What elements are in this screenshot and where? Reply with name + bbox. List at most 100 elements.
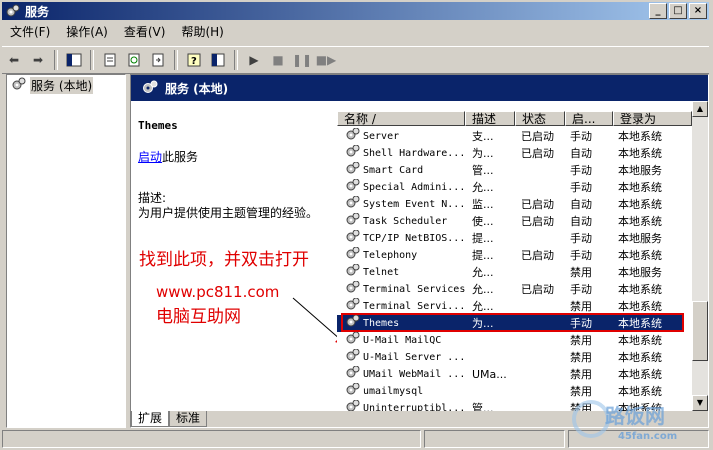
- vertical-scrollbar[interactable]: ▲ ▼: [692, 101, 708, 411]
- column-logon-as[interactable]: 登录为: [613, 111, 692, 126]
- help-icon[interactable]: ?: [184, 50, 204, 70]
- service-startup-type: 禁用: [570, 334, 592, 347]
- service-status: [515, 179, 565, 196]
- service-name-cell: Shell Hardware...: [337, 145, 465, 162]
- table-row[interactable]: TCP/IP NetBIOS... 提... 手动 本地服务: [337, 230, 682, 247]
- table-row[interactable]: Server 支... 已启动 手动 本地系统: [337, 128, 682, 145]
- service-description: [465, 383, 515, 400]
- tab-extended[interactable]: 扩展: [131, 411, 170, 427]
- tree-item-services-local[interactable]: 服务 (本地): [11, 77, 94, 94]
- restart-service-icon[interactable]: ■▶: [316, 50, 337, 70]
- service-startup-type: 手动: [570, 232, 592, 245]
- table-row[interactable]: Special Admini... 允... 手动 本地系统: [337, 179, 682, 196]
- service-name-cell: Server: [337, 128, 465, 145]
- service-description: 为...: [472, 147, 494, 160]
- service-startup-type: 自动: [570, 198, 592, 211]
- tab-standard[interactable]: 标准: [169, 411, 208, 427]
- table-row[interactable]: U-Mail MailQC 禁用 本地系统: [337, 332, 682, 349]
- start-service-link[interactable]: 启动: [138, 150, 162, 164]
- scroll-up-icon[interactable]: ▲: [692, 101, 708, 117]
- show-tree-icon[interactable]: [64, 50, 84, 70]
- toolbar: ⬅ ➡ ? ▶ ■ ❚❚ ■▶: [2, 46, 709, 74]
- table-row[interactable]: Telephony 提... 已启动 手动 本地系统: [337, 247, 682, 264]
- column-status[interactable]: 状态: [515, 111, 565, 126]
- service-name-cell: Terminal Services: [337, 281, 465, 298]
- maximize-button[interactable]: □: [669, 3, 687, 19]
- service-description: 提...: [472, 249, 494, 262]
- service-name-cell: UMail WebMail ...: [337, 366, 465, 383]
- table-row[interactable]: Task Scheduler 使... 已启动 自动 本地系统: [337, 213, 682, 230]
- service-startup-type: 手动: [570, 130, 592, 143]
- close-button[interactable]: ×: [689, 3, 707, 19]
- service-description: 允...: [472, 181, 494, 194]
- table-row[interactable]: U-Mail Server ... 禁用 本地系统: [337, 349, 682, 366]
- service-gear-icon: [345, 213, 361, 230]
- stop-service-icon[interactable]: ■: [268, 50, 288, 70]
- service-startup-type: 禁用: [570, 368, 592, 381]
- service-logon-as: 本地系统: [618, 147, 662, 160]
- start-service-suffix: 此服务: [162, 150, 199, 164]
- table-row[interactable]: Shell Hardware... 为... 已启动 自动 本地系统: [337, 145, 682, 162]
- toolbar-divider: [90, 50, 94, 70]
- service-status: 已启动: [521, 215, 554, 228]
- service-name-cell: Telnet: [337, 264, 465, 281]
- scroll-down-icon[interactable]: ▼: [692, 395, 708, 411]
- column-description[interactable]: 描述: [465, 111, 515, 126]
- export-list-icon[interactable]: [148, 50, 168, 70]
- properties-icon[interactable]: [100, 50, 120, 70]
- service-gear-icon: [345, 264, 361, 281]
- scroll-thumb[interactable]: [692, 301, 708, 361]
- back-arrow-icon[interactable]: ⬅: [4, 50, 24, 70]
- column-name[interactable]: 名称 /: [337, 111, 465, 126]
- service-name: TCP/IP NetBIOS...: [363, 233, 465, 244]
- service-gear-icon: [345, 247, 361, 264]
- table-row[interactable]: umailmysql 禁用 本地系统: [337, 383, 682, 400]
- console-icon[interactable]: [208, 50, 228, 70]
- list-header: 名称 / 描述 状态 启... 登录为: [337, 111, 692, 127]
- toolbar-divider: [54, 50, 58, 70]
- minimize-button[interactable]: _: [649, 3, 667, 19]
- service-logon-as: 本地系统: [618, 385, 662, 398]
- service-gear-icon: [345, 128, 361, 145]
- menu-help[interactable]: 帮助(H): [173, 23, 231, 41]
- svg-text:?: ?: [191, 56, 197, 67]
- toolbar-divider: [234, 50, 238, 70]
- toolbar-divider: [174, 50, 178, 70]
- table-row[interactable]: Telnet 允... 禁用 本地服务: [337, 264, 682, 281]
- service-status: 已启动: [521, 147, 554, 160]
- service-name: Special Admini...: [363, 182, 465, 193]
- start-service-action: 启动此服务: [138, 148, 198, 165]
- table-row[interactable]: UMail WebMail ... UMa... 禁用 本地系统: [337, 366, 682, 383]
- table-row[interactable]: System Event N... 监... 已启动 自动 本地系统: [337, 196, 682, 213]
- service-status: [515, 383, 565, 400]
- annotation-site-url: www.pc811.com: [156, 283, 280, 301]
- status-section: [424, 430, 565, 448]
- service-startup-type: 自动: [570, 147, 592, 160]
- services-list: 名称 / 描述 状态 启... 登录为 Server 支... 已启动 手动 本地系统 S…: [337, 101, 692, 411]
- service-logon-as: 本地服务: [618, 164, 662, 177]
- start-service-icon[interactable]: ▶: [244, 50, 264, 70]
- service-name: System Event N...: [363, 199, 465, 210]
- watermark-text: 路饭网: [605, 404, 665, 428]
- service-name: Shell Hardware...: [363, 148, 465, 159]
- menu-view[interactable]: 查看(V): [116, 23, 174, 41]
- service-startup-type: 禁用: [570, 266, 592, 279]
- menu-file[interactable]: 文件(F): [2, 23, 58, 41]
- service-logon-as: 本地服务: [618, 232, 662, 245]
- menu-action[interactable]: 操作(A): [58, 23, 116, 41]
- service-status: [515, 400, 565, 411]
- pause-service-icon[interactable]: ❚❚: [292, 50, 312, 70]
- service-status: 已启动: [521, 130, 554, 143]
- service-description: 管...: [472, 164, 494, 177]
- services-gear-icon: [141, 79, 159, 98]
- refresh-icon[interactable]: [124, 50, 144, 70]
- service-logon-as: 本地系统: [618, 130, 662, 143]
- selected-service-name: Themes: [138, 119, 178, 132]
- service-startup-type: 禁用: [570, 385, 592, 398]
- services-gear-icon: [5, 3, 21, 19]
- table-row[interactable]: Terminal Services 允... 已启动 手动 本地系统: [337, 281, 682, 298]
- forward-arrow-icon[interactable]: ➡: [28, 50, 48, 70]
- table-row[interactable]: Smart Card 管... 手动 本地服务: [337, 162, 682, 179]
- service-name: umailmysql: [363, 386, 424, 397]
- column-startup-type[interactable]: 启...: [565, 111, 613, 126]
